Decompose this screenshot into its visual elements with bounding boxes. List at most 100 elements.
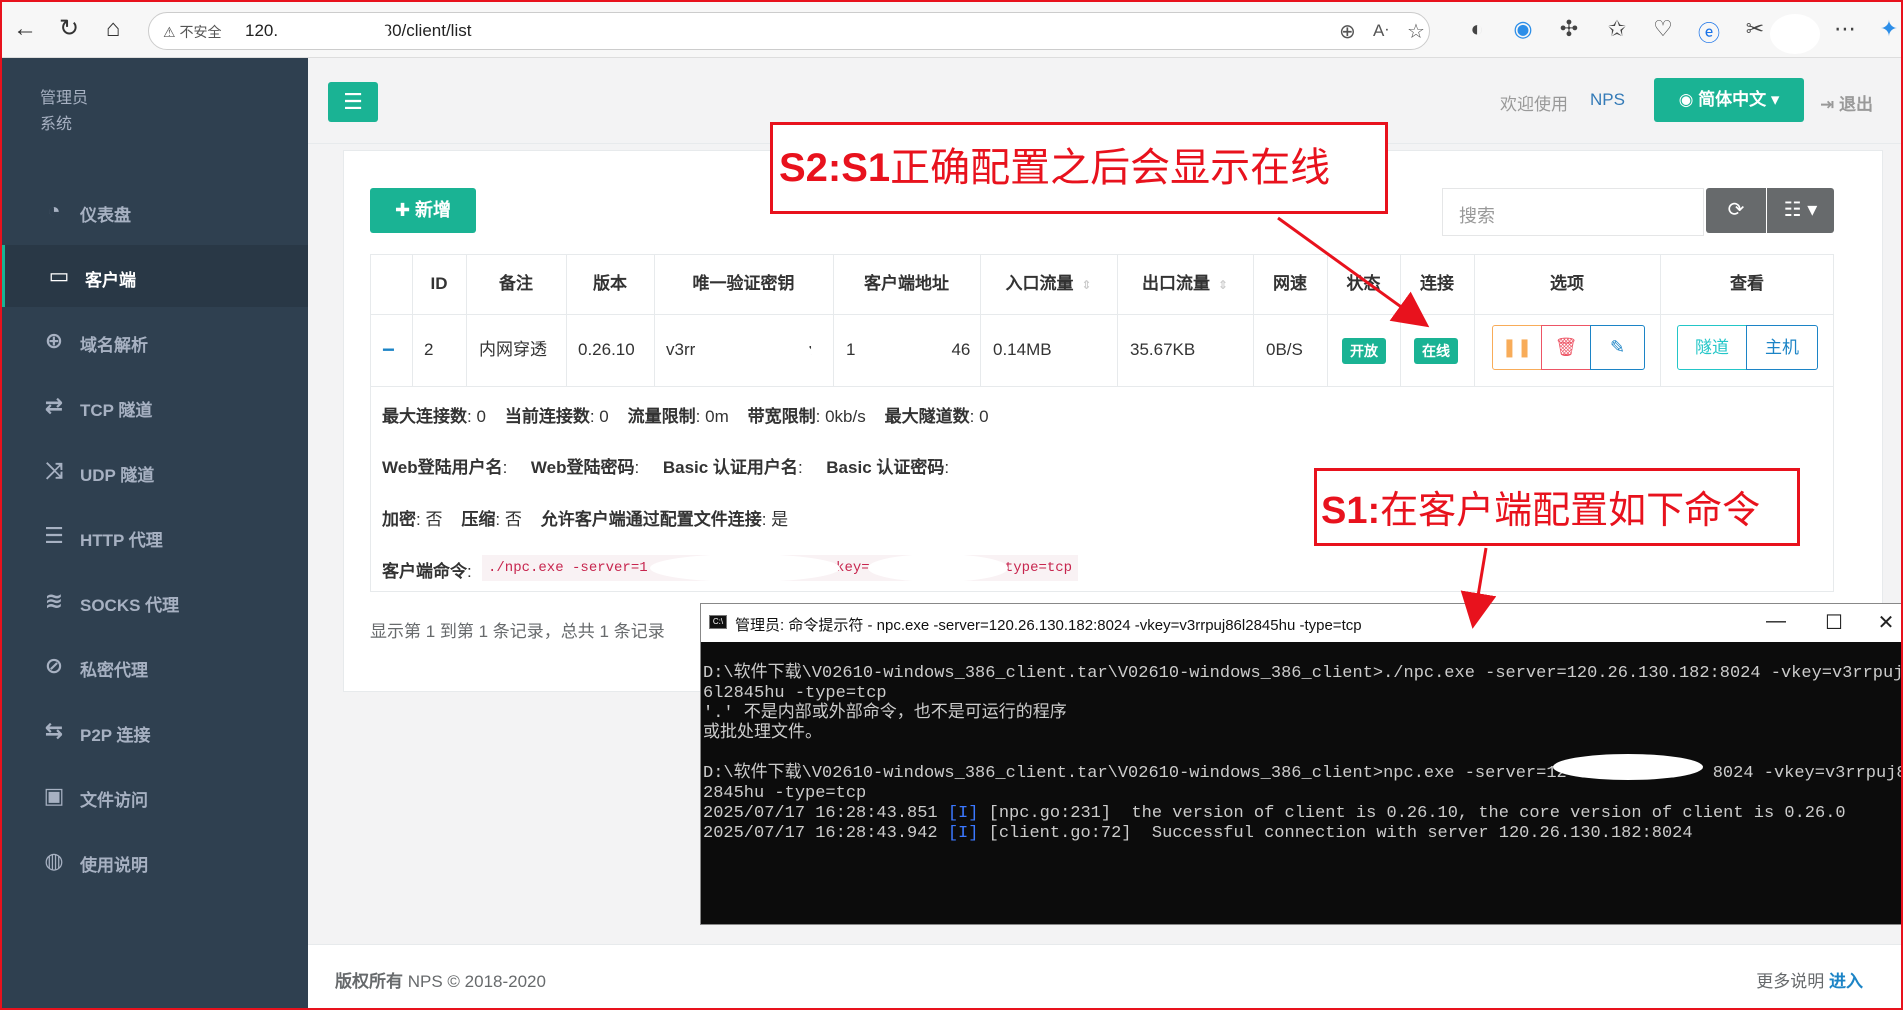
sidebar-item-file[interactable]: ▣ 文件访问 xyxy=(0,765,308,827)
view-tunnel-button[interactable]: 隧道 xyxy=(1677,325,1747,370)
extension-icon[interactable]: ◉ xyxy=(1510,16,1536,42)
column-header-status[interactable]: 状态 xyxy=(1327,256,1400,312)
favorite-star-icon[interactable]: ☆ xyxy=(1407,19,1425,44)
sidebar-item-label: UDP 隧道 xyxy=(80,466,155,485)
column-header-in-flow[interactable]: 入口流量 ⇕ xyxy=(980,256,1117,312)
detail-value: 0 xyxy=(979,407,989,426)
column-header-version[interactable]: 版本 xyxy=(566,256,654,312)
close-icon[interactable]: ✕ xyxy=(1871,610,1901,635)
refresh-button[interactable]: ⟳ xyxy=(1706,188,1766,233)
log-time: 2025/07/17 16:28:43.851 xyxy=(703,804,948,823)
security-warning[interactable]: ⚠ 不安全 xyxy=(163,22,221,42)
column-header-connect[interactable]: 连接 xyxy=(1400,256,1474,312)
detail-value: 否 xyxy=(425,510,443,529)
command-prompt-window[interactable]: C:\ 管理员: 命令提示符 - npc.exe -server=120.26.… xyxy=(700,603,1903,925)
puzzle-icon[interactable]: ✣ xyxy=(1556,16,1582,42)
user-role: 管理员 xyxy=(40,90,89,107)
health-icon[interactable]: ♡ xyxy=(1650,16,1676,42)
cell-remark: 内网穿透 xyxy=(479,340,547,359)
redaction-mark xyxy=(1770,14,1820,54)
sidebar-item-http[interactable]: ☰ HTTP 代理 xyxy=(0,505,308,567)
column-header-speed[interactable]: 网速 xyxy=(1253,256,1327,312)
redaction-mark xyxy=(650,554,840,582)
column-header-id[interactable]: ID xyxy=(412,256,466,312)
console-line: 2845hu -type=tcp xyxy=(703,784,867,803)
detail-value: 0 xyxy=(599,407,609,426)
column-header-out-flow[interactable]: 出口流量 ⇕ xyxy=(1117,256,1253,312)
sidebar-item-help[interactable]: ◍ 使用说明 xyxy=(0,830,308,892)
url-prefix: 120. xyxy=(245,21,279,40)
language-label: 简体中文 xyxy=(1698,90,1767,109)
read-aloud-icon[interactable]: Aᐧ xyxy=(1373,21,1389,41)
favorites-icon[interactable]: ✩ xyxy=(1604,16,1630,42)
maximize-icon[interactable]: ☐ xyxy=(1819,610,1849,635)
language-dropdown[interactable]: ◉ 简体中文 ▾ xyxy=(1654,78,1804,122)
annotation-s1: S1:在客户端配置如下命令 xyxy=(1314,468,1800,546)
pause-button[interactable]: ❚❚ xyxy=(1492,325,1542,370)
detail-value: 是 xyxy=(771,510,789,529)
cell-speed: 0B/S xyxy=(1266,340,1303,359)
screenshot-icon[interactable]: ✂ xyxy=(1742,16,1768,42)
column-header-address[interactable]: 客户端地址 xyxy=(833,256,980,312)
log-time: 2025/07/17 16:28:43.942 xyxy=(703,824,948,843)
sidebar-item-p2p[interactable]: ⇆ P2P 连接 xyxy=(0,700,308,762)
brand-link[interactable]: NPS xyxy=(1590,90,1625,110)
copyright-label: 版权所有 xyxy=(335,972,403,991)
copilot-icon[interactable]: ✦ xyxy=(1876,16,1902,42)
enter-link[interactable]: 进入 xyxy=(1829,972,1863,991)
reload-icon[interactable]: ↻ xyxy=(54,14,84,44)
delete-button[interactable]: 🗑 xyxy=(1541,325,1591,370)
back-icon[interactable]: ← xyxy=(10,14,40,44)
command-prompt-titlebar[interactable]: C:\ 管理员: 命令提示符 - npc.exe -server=120.26.… xyxy=(701,604,1902,642)
row-collapse-icon[interactable]: − xyxy=(382,322,406,378)
layers-icon: ≋ xyxy=(44,588,64,613)
divider xyxy=(370,314,1834,315)
sidebar-item-label: SOCKS 代理 xyxy=(80,596,180,615)
more-menu-icon[interactable]: ⋯ xyxy=(1832,16,1858,42)
command-head: ./npc.exe -server=1 xyxy=(488,560,648,576)
sidebar-item-udp[interactable]: ⤨ UDP 隧道 xyxy=(0,440,308,502)
lightbulb-icon: ◍ xyxy=(44,848,64,873)
address-bar[interactable]: ⚠ 不安全 120. 82:8080/client/list ⊕ Aᐧ ☆ xyxy=(148,12,1430,50)
sidebar-item-tcp[interactable]: ⇄ TCP 隧道 xyxy=(0,375,308,437)
detail-command-label: 客户端命令: xyxy=(382,562,472,581)
detail-value: 否 xyxy=(504,510,522,529)
browser-essentials-icon[interactable]: ⓔ xyxy=(1696,16,1722,48)
cell-in-flow: 0.14MB xyxy=(993,340,1052,359)
sidebar-item-dashboard[interactable]: ◔ 仪表盘 xyxy=(0,180,308,242)
window-title: 管理员: 命令提示符 - npc.exe -server=120.26.130.… xyxy=(735,617,1362,634)
sidebar-item-domain[interactable]: ⊕ 域名解析 xyxy=(0,310,308,372)
detail-key: Web登陆密码 xyxy=(530,458,635,477)
detail-auth: Web登陆用户名: Web登陆密码: Basic 认证用户名: Basic 认证… xyxy=(382,458,950,477)
detail-key: 最大隧道数 xyxy=(884,407,970,426)
console-line: D:\软件下载\V02610-windows_386_client.tar\V0… xyxy=(703,664,1902,683)
minimize-icon[interactable]: — xyxy=(1761,610,1791,633)
menu-toggle-button[interactable]: ☰ xyxy=(328,82,378,122)
sidebar-item-client[interactable]: ▭ 客户端 xyxy=(0,245,308,307)
user-subtitle: 系统 xyxy=(40,116,73,133)
logout-button[interactable]: ⇥ 退出 xyxy=(1820,90,1873,115)
home-icon[interactable]: ⌂ xyxy=(98,14,128,44)
columns-toggle-button[interactable]: ☷ ▾ xyxy=(1767,188,1834,233)
redaction-mark xyxy=(712,338,812,366)
sidebar-item-secret[interactable]: ⊘ 私密代理 xyxy=(0,635,308,697)
console-line: 2025/07/17 16:28:43.942 [I] [client.go:7… xyxy=(703,824,1902,844)
monitor-icon: ▭ xyxy=(48,263,70,288)
add-label: 新增 xyxy=(415,200,452,220)
status-badge: 开放 xyxy=(1342,338,1386,364)
column-header-remark[interactable]: 备注 xyxy=(466,256,566,312)
edit-button[interactable]: ✎ xyxy=(1590,325,1645,370)
detail-key: Web登陆用户名 xyxy=(382,458,503,477)
log-message: [npc.go:231] the version of client is 0.… xyxy=(978,804,1846,823)
detail-key: 当前连接数 xyxy=(504,407,590,426)
column-header-vkey[interactable]: 唯一验证密钥 xyxy=(654,256,833,312)
search-input[interactable]: 搜索 xyxy=(1442,188,1704,236)
console-line: 2025/07/17 16:28:43.851 [I] [npc.go:231]… xyxy=(703,804,1902,824)
zoom-icon[interactable]: ⊕ xyxy=(1339,19,1356,44)
trash-icon: 🗑 xyxy=(1554,337,1578,357)
view-host-button[interactable]: 主机 xyxy=(1746,325,1818,370)
sidebar-item-socks[interactable]: ≋ SOCKS 代理 xyxy=(0,570,308,632)
extension-icon[interactable]: ◐ xyxy=(1464,16,1490,42)
add-client-button[interactable]: ✚ 新增 xyxy=(370,188,476,233)
console-text: D:\软件下载\V02610-windows_386_client.tar\V0… xyxy=(703,764,1567,783)
